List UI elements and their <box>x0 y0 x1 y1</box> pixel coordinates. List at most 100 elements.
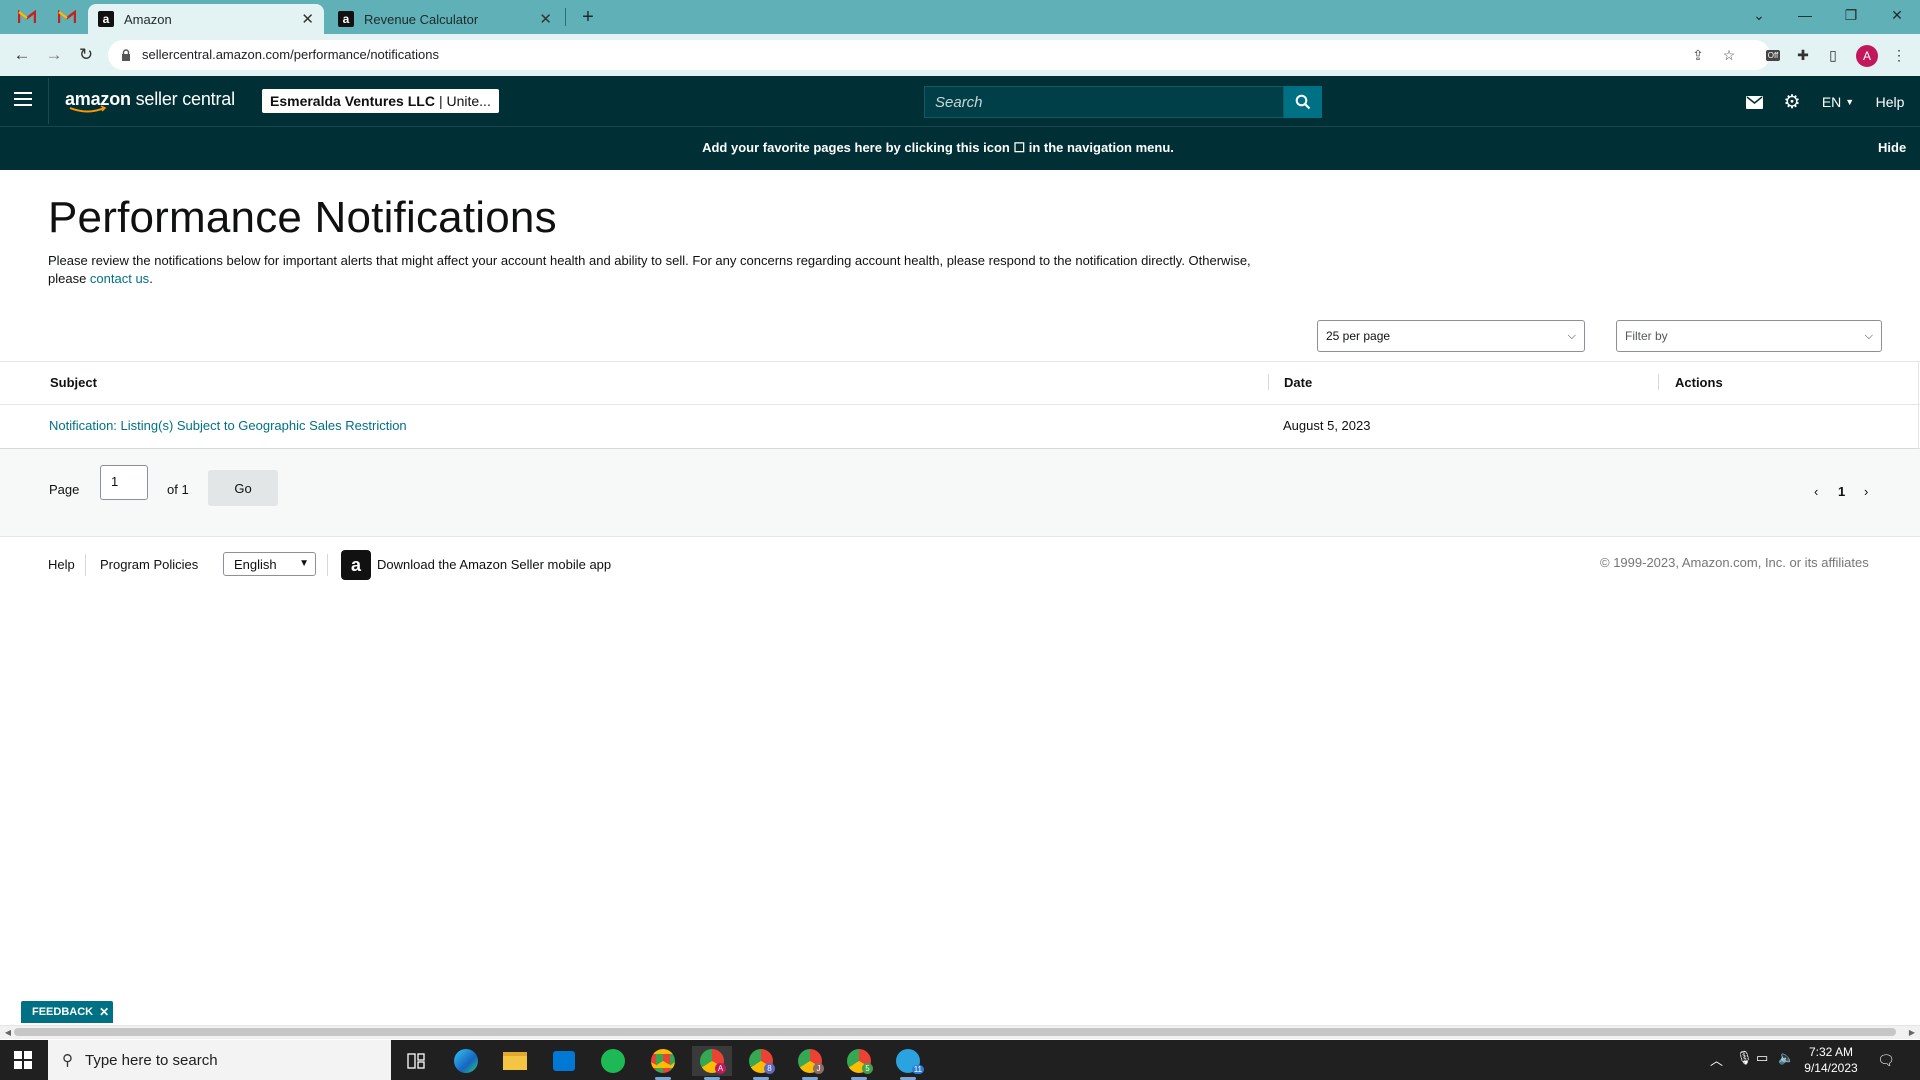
share-icon[interactable]: ⇪ <box>1687 44 1709 66</box>
chrome-profile-a-icon[interactable]: A <box>692 1046 732 1076</box>
tab-revenue-calculator[interactable]: a Revenue Calculator ✕ <box>328 4 562 34</box>
reload-icon[interactable]: ↻ <box>73 42 99 68</box>
pinned-tab-gmail-1[interactable] <box>10 5 44 29</box>
scrollbar-thumb[interactable] <box>14 1028 1896 1036</box>
tab-separator <box>565 8 566 26</box>
profile-badge: 5 <box>862 1063 873 1074</box>
notifications-icon[interactable]: 🗨 <box>1875 1050 1897 1070</box>
contact-us-link[interactable]: contact us <box>90 271 149 286</box>
telegram-icon[interactable]: 11 <box>888 1046 928 1076</box>
search-icon <box>1295 94 1311 110</box>
column-divider <box>1658 374 1659 390</box>
scroll-right-arrow-icon[interactable]: ▶ <box>1905 1026 1919 1038</box>
next-page-chevron-icon[interactable]: › <box>1864 484 1868 499</box>
back-arrow-icon[interactable]: ← <box>9 42 35 68</box>
windows-start-icon[interactable] <box>14 1051 32 1069</box>
amazon-favicon-icon: a <box>338 11 354 27</box>
current-page-number[interactable]: 1 <box>1838 484 1845 499</box>
pinned-tab-gmail-2[interactable] <box>50 5 84 29</box>
feedback-label: FEEDBACK <box>32 1006 94 1018</box>
search-icon: ⚲ <box>62 1052 73 1069</box>
feedback-button[interactable]: FEEDBACK ✕ <box>21 1001 113 1023</box>
hide-banner-button[interactable]: Hide <box>1878 140 1906 155</box>
footer-language-select[interactable]: English ▼ <box>223 552 316 576</box>
profile-avatar[interactable]: A <box>1856 45 1878 67</box>
close-window-button[interactable]: ✕ <box>1874 0 1920 30</box>
close-tab-icon[interactable]: ✕ <box>301 10 314 28</box>
maximize-button[interactable]: ❐ <box>1828 0 1874 30</box>
column-header-subject: Subject <box>50 375 97 390</box>
page-number-value: 1 <box>111 474 119 489</box>
filter-placeholder: Filter by <box>1625 329 1668 343</box>
chrome-profile-5-icon[interactable]: 5 <box>839 1046 879 1076</box>
task-view-icon[interactable] <box>396 1046 436 1076</box>
edge-browser-icon[interactable] <box>446 1046 486 1076</box>
table-right-border <box>1918 361 1919 449</box>
program-policies-link[interactable]: Program Policies <box>100 557 198 572</box>
favorites-banner-text: Add your favorite pages here by clicking… <box>702 140 1174 155</box>
chrome-profile-j-icon[interactable]: J <box>790 1046 830 1076</box>
chrome-menu-icon[interactable]: ⋮ <box>1888 44 1910 66</box>
notification-date: August 5, 2023 <box>1283 418 1371 433</box>
account-switcher[interactable]: Esmeralda Ventures LLC | Unite... <box>262 89 499 113</box>
page-number-input[interactable]: 1 <box>100 465 148 500</box>
page-description: Please review the notifications below fo… <box>48 252 1288 288</box>
tab-amazon[interactable]: a Amazon ✕ <box>88 4 324 34</box>
extension-badge-icon[interactable]: Off <box>1762 44 1784 66</box>
hamburger-menu-icon[interactable] <box>14 92 32 106</box>
profile-badge: J <box>813 1063 824 1074</box>
tab-search-chevron-icon[interactable]: ⌄ <box>1736 0 1782 30</box>
close-tab-icon[interactable]: ✕ <box>539 10 552 28</box>
profile-badge: A <box>715 1063 726 1074</box>
volume-icon[interactable]: 🔈 <box>1778 1050 1794 1066</box>
go-label: Go <box>234 480 252 496</box>
search-input[interactable]: Search <box>924 86 1284 118</box>
file-explorer-icon[interactable] <box>495 1046 535 1076</box>
extensions-puzzle-icon[interactable]: ✚ <box>1792 44 1814 66</box>
side-panel-icon[interactable]: ▯ <box>1822 44 1844 66</box>
taskbar-clock[interactable]: 7:32 AM 9/14/2023 <box>1796 1044 1866 1076</box>
chevron-down-icon: ⌵ <box>1864 330 1873 342</box>
close-feedback-icon[interactable]: ✕ <box>99 1005 109 1019</box>
chevron-down-icon: ⌵ <box>1567 330 1576 342</box>
footer-divider <box>327 554 328 576</box>
network-icon[interactable]: ▭ <box>1756 1050 1768 1066</box>
amazon-app-icon[interactable]: a <box>341 550 371 580</box>
new-tab-button[interactable]: + <box>576 6 600 28</box>
spotify-icon[interactable] <box>593 1046 633 1076</box>
previous-page-chevron-icon[interactable]: ‹ <box>1814 484 1818 499</box>
taskbar-search-input[interactable]: ⚲ Type here to search <box>48 1040 391 1080</box>
notification-subject-link[interactable]: Notification: Listing(s) Subject to Geog… <box>49 418 407 433</box>
go-button[interactable]: Go <box>208 470 278 506</box>
chevron-down-icon: ▼ <box>299 558 309 569</box>
microphone-icon[interactable]: 🎙 <box>1736 1050 1753 1066</box>
profile-badge: 8 <box>764 1063 775 1074</box>
download-app-link[interactable]: Download the Amazon Seller mobile app <box>377 557 611 572</box>
settings-gear-icon[interactable]: ⚙ <box>1780 90 1804 114</box>
mail-icon[interactable] <box>1742 90 1766 114</box>
page-count-label: of 1 <box>167 482 189 497</box>
footer-divider <box>85 554 86 576</box>
footer-language-value: English <box>234 557 277 572</box>
pagination-bar <box>0 449 1920 537</box>
filter-select[interactable]: Filter by ⌵ <box>1616 320 1882 352</box>
language-selector[interactable]: EN ▼ <box>1818 90 1858 114</box>
help-link[interactable]: Help <box>1872 90 1908 114</box>
per-page-select[interactable]: 25 per page ⌵ <box>1317 320 1585 352</box>
minimize-button[interactable]: — <box>1782 0 1828 30</box>
forward-arrow-icon[interactable]: → <box>41 42 67 68</box>
column-header-date: Date <box>1284 375 1313 390</box>
column-divider <box>1268 374 1269 390</box>
chrome-profile-8-icon[interactable]: 8 <box>741 1046 781 1076</box>
search-button[interactable] <box>1284 86 1322 118</box>
tab-label: Amazon <box>124 11 172 27</box>
header-divider <box>48 78 49 124</box>
microsoft-store-icon[interactable] <box>544 1046 584 1076</box>
footer-help-link[interactable]: Help <box>48 557 75 572</box>
bookmark-star-icon[interactable]: ☆ <box>1718 44 1740 66</box>
scroll-left-arrow-icon[interactable]: ◀ <box>1 1026 15 1038</box>
tray-chevron-up-icon[interactable]: ︿ <box>1710 1050 1723 1069</box>
gmail-icon <box>17 9 37 24</box>
chrome-profile-1-icon[interactable] <box>643 1046 683 1076</box>
amazon-favicon-icon: a <box>98 11 114 27</box>
